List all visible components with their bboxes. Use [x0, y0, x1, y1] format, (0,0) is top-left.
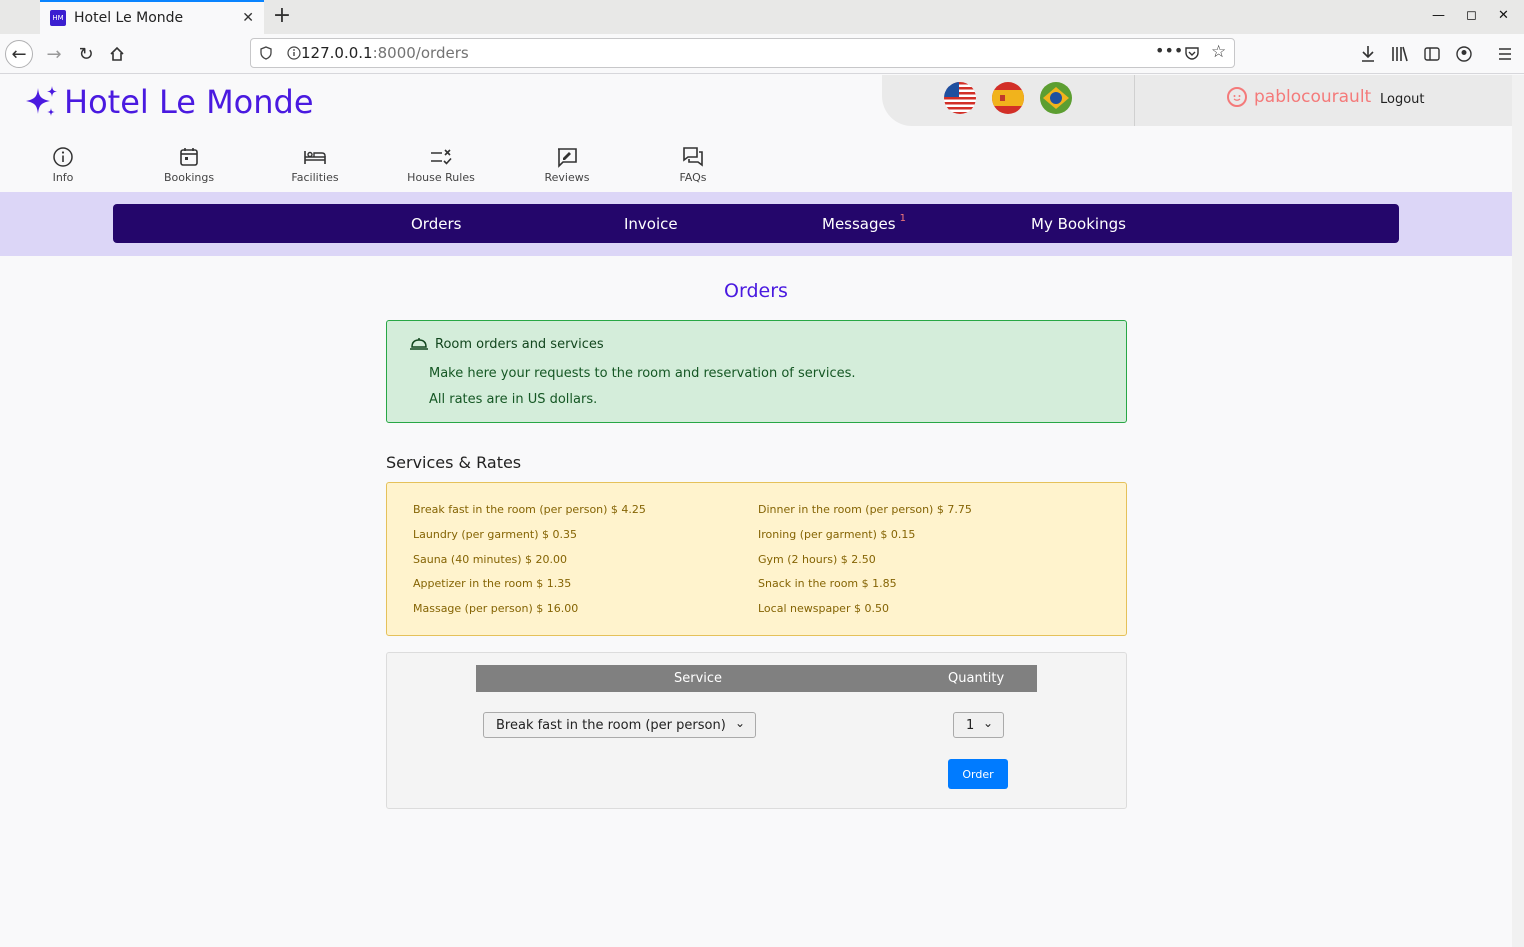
brazil-flag-icon[interactable]	[1040, 82, 1072, 114]
messages-badge: 1	[899, 213, 906, 224]
rate-item: Local newspaper $ 0.50	[758, 602, 889, 615]
rates-panel: Break fast in the room (per person) $ 4.…	[386, 482, 1127, 636]
sidebar-icon[interactable]	[1424, 46, 1440, 62]
icon-nav: Info Bookings Facilities House Rules Rev…	[0, 145, 760, 189]
nav-bookings-label: Bookings	[163, 171, 215, 184]
user-link[interactable]: pablocourault	[1227, 87, 1371, 107]
chevron-down-icon: ⌄	[982, 716, 993, 730]
nav-house-rules-label: House Rules	[407, 171, 475, 184]
menu-messages-label: Messages	[822, 215, 896, 233]
order-button[interactable]: Order	[948, 759, 1008, 789]
menu-band: Orders Invoice Messages 1 My Bookings	[0, 192, 1512, 256]
order-form: Service Quantity Break fast in the room …	[386, 652, 1127, 809]
pocket-icon[interactable]	[1184, 45, 1200, 61]
new-tab-icon[interactable]: +	[272, 4, 292, 28]
info-alert: Room orders and services Make here your …	[386, 320, 1127, 423]
logout-button[interactable]: Logout	[1380, 92, 1425, 107]
quantity-select[interactable]: 1 ⌄	[953, 712, 1004, 738]
nav-facilities[interactable]: Facilities	[275, 145, 355, 184]
close-tab-icon[interactable]: ✕	[242, 10, 254, 26]
calendar-icon	[149, 145, 229, 169]
rate-item: Ironing (per garment) $ 0.15	[758, 528, 916, 541]
site-title: Hotel Le Monde	[64, 83, 314, 121]
us-flag-icon[interactable]	[944, 82, 976, 114]
hamburger-menu-icon[interactable]	[1497, 46, 1513, 62]
menu-messages[interactable]: Messages 1	[822, 213, 906, 233]
main-menu: Orders Invoice Messages 1 My Bookings	[113, 204, 1399, 243]
nav-faqs-label: FAQs	[679, 171, 707, 184]
nav-info-label: Info	[52, 171, 74, 184]
col-service: Service	[674, 671, 723, 686]
rate-item: Sauna (40 minutes) $ 20.00	[413, 553, 567, 566]
close-window-icon[interactable]: ✕	[1498, 8, 1509, 23]
col-quantity: Quantity	[948, 671, 1005, 686]
bed-icon	[275, 145, 355, 169]
library-icon[interactable]	[1391, 45, 1409, 63]
back-icon[interactable]: ←	[5, 40, 33, 68]
rate-item: Break fast in the room (per person) $ 4.…	[413, 503, 646, 516]
menu-my-bookings[interactable]: My Bookings	[1031, 215, 1126, 233]
reload-icon[interactable]: ↻	[72, 40, 100, 68]
username: pablocourault	[1254, 87, 1372, 107]
user-bar: pablocourault Logout	[1134, 75, 1512, 126]
rate-item: Massage (per person) $ 16.00	[413, 602, 579, 615]
more-actions-icon[interactable]: •••	[1155, 41, 1183, 60]
service-select[interactable]: Break fast in the room (per person) ⌄	[483, 712, 756, 738]
url-text: 127.0.0.1:8000/orders	[301, 44, 469, 62]
review-icon	[527, 145, 607, 169]
favicon-icon: HM	[50, 10, 66, 26]
tab-title: Hotel Le Monde	[74, 10, 184, 26]
url-bar[interactable]: 127.0.0.1:8000/orders ••• ☆	[250, 38, 1235, 68]
nav-reviews[interactable]: Reviews	[527, 145, 607, 184]
nav-facilities-label: Facilities	[291, 171, 339, 184]
nav-bookings[interactable]: Bookings	[149, 145, 229, 184]
browser-tabbar: HM Hotel Le Monde ✕ + — ◻ ✕	[0, 0, 1524, 34]
home-icon[interactable]	[103, 40, 131, 68]
order-table-header: Service Quantity	[476, 665, 1037, 692]
sparkle-icon	[26, 86, 57, 116]
rules-icon	[401, 145, 481, 169]
quantity-select-value: 1	[966, 717, 975, 733]
alert-line-2: All rates are in US dollars.	[429, 392, 598, 407]
nav-reviews-label: Reviews	[544, 171, 590, 184]
account-icon[interactable]	[1456, 46, 1472, 62]
bookmark-star-icon[interactable]: ☆	[1211, 42, 1226, 62]
room-service-icon	[410, 338, 428, 350]
info-icon	[23, 145, 103, 169]
nav-info[interactable]: Info	[23, 145, 103, 184]
rate-item: Laundry (per garment) $ 0.35	[413, 528, 577, 541]
scrollbar[interactable]	[1512, 75, 1524, 947]
alert-line-1: Make here your requests to the room and …	[429, 366, 856, 381]
nav-house-rules[interactable]: House Rules	[401, 145, 481, 184]
service-select-value: Break fast in the room (per person)	[496, 717, 726, 733]
forward-icon[interactable]: →	[40, 40, 68, 68]
maximize-icon[interactable]: ◻	[1466, 8, 1477, 23]
rate-item: Dinner in the room (per person) $ 7.75	[758, 503, 972, 516]
user-face-icon	[1227, 87, 1247, 107]
minimize-icon[interactable]: —	[1432, 8, 1445, 23]
download-icon[interactable]	[1360, 45, 1376, 63]
language-bar	[882, 75, 1134, 126]
page-title: Orders	[724, 280, 788, 302]
nav-faqs[interactable]: FAQs	[653, 145, 733, 184]
rate-item: Appetizer in the room $ 1.35	[413, 577, 572, 590]
page-content: Hotel Le Monde pablocourault Logout Info…	[0, 75, 1512, 947]
menu-orders[interactable]: Orders	[411, 215, 461, 233]
menu-invoice[interactable]: Invoice	[624, 215, 678, 233]
services-heading: Services & Rates	[386, 453, 522, 472]
browser-tab[interactable]: HM Hotel Le Monde ✕	[40, 0, 264, 34]
rate-item: Gym (2 hours) $ 2.50	[758, 553, 876, 566]
chat-icon	[653, 145, 733, 169]
chevron-down-icon: ⌄	[734, 716, 745, 730]
alert-heading: Room orders and services	[409, 336, 604, 352]
spain-flag-icon[interactable]	[992, 82, 1024, 114]
browser-navbar: ← → ↻ 127.0.0.1:8000/orders ••• ☆	[0, 34, 1524, 74]
site-logo[interactable]: Hotel Le Monde	[24, 83, 314, 121]
alert-heading-text: Room orders and services	[435, 336, 604, 352]
shield-icon	[260, 46, 272, 60]
rate-item: Snack in the room $ 1.85	[758, 577, 897, 590]
info-circle-icon	[287, 46, 301, 60]
